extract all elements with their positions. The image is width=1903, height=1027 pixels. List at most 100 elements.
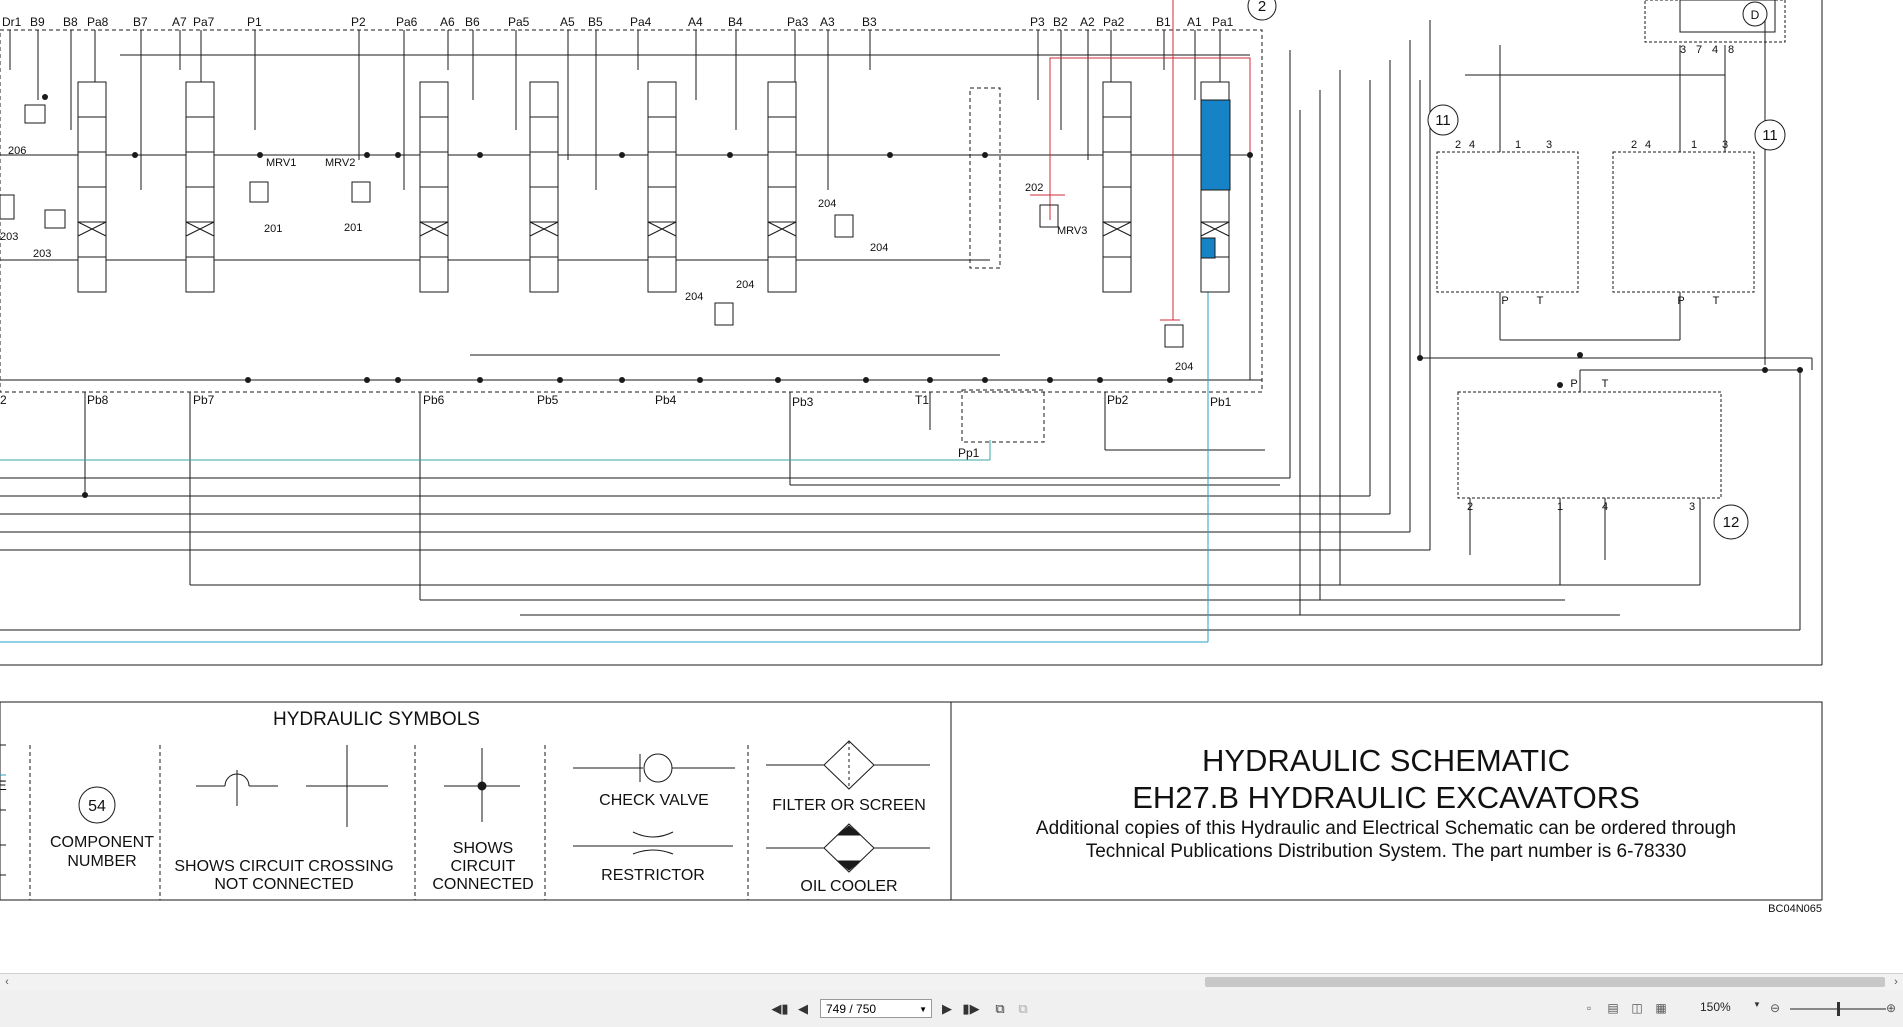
junction-dot: [927, 377, 933, 383]
junction-dot: [775, 377, 781, 383]
svg-text:COMPONENT: COMPONENT: [50, 834, 154, 851]
svg-text:NOT CONNECTED: NOT CONNECTED: [214, 876, 353, 893]
junction-dot: [1557, 382, 1563, 388]
junction-dot: [1167, 377, 1173, 383]
continuous-view-icon[interactable]: ▤: [1604, 999, 1622, 1017]
label-mrv3: MRV3: [1057, 225, 1087, 237]
label-204e: 204: [1175, 361, 1193, 373]
svg-text:SHOWS CIRCUIT CROSSING: SHOWS CIRCUIT CROSSING: [174, 858, 393, 875]
port-label-dr1: Dr1: [2, 15, 22, 29]
facing-view-icon[interactable]: ◫: [1628, 999, 1646, 1017]
junction-dot: [395, 152, 401, 158]
port-label-pb1: Pb1: [1210, 395, 1232, 409]
port-label-pa8: Pa8: [87, 15, 109, 29]
svg-text:P: P: [1677, 295, 1684, 307]
port-label-p3: P3: [1030, 15, 1045, 29]
next-page-icon[interactable]: ▶: [937, 999, 957, 1019]
svg-text:D: D: [1751, 8, 1760, 22]
junction-dot: [557, 377, 563, 383]
svg-text:8: 8: [1728, 44, 1734, 56]
label-202: 202: [1025, 182, 1043, 194]
label-204b: 204: [870, 242, 888, 254]
svg-text:54: 54: [88, 798, 106, 815]
zoom-in-icon[interactable]: ⊕: [1882, 999, 1900, 1017]
port-label-b2: B2: [1053, 15, 1068, 29]
label-204d: 204: [736, 279, 754, 291]
label-201a: 201: [264, 223, 282, 235]
svg-text:T: T: [1602, 378, 1609, 390]
port-label-a6: A6: [440, 15, 455, 29]
port-label-a3: A3: [820, 15, 835, 29]
label-mrv1: MRV1: [266, 157, 296, 169]
svg-text:12: 12: [1723, 514, 1740, 531]
single-page-view-icon[interactable]: ▫: [1580, 999, 1598, 1017]
port-label-a5: A5: [560, 15, 575, 29]
port-label-pa4: Pa4: [630, 15, 652, 29]
port-label-b3: B3: [862, 15, 877, 29]
junction-dot: [982, 152, 988, 158]
svg-text:11: 11: [1435, 112, 1451, 129]
port-label-pa3: Pa3: [787, 15, 809, 29]
svg-text:4: 4: [1602, 501, 1608, 513]
scroll-right-icon[interactable]: ›: [1889, 974, 1903, 990]
zoom-level[interactable]: 150%: [1700, 1000, 1731, 1014]
continuous-facing-view-icon[interactable]: ▦: [1652, 999, 1670, 1017]
port-label-b8: B8: [63, 15, 78, 29]
svg-text:2: 2: [1258, 0, 1266, 15]
port-label-a1: A1: [1187, 15, 1202, 29]
svg-text:E: E: [0, 777, 7, 793]
port-label-b4: B4: [728, 15, 743, 29]
svg-text:CONNECTED: CONNECTED: [432, 876, 533, 893]
port-label-b7: B7: [133, 15, 148, 29]
paste-icon[interactable]: ⧉: [1013, 999, 1033, 1019]
port-label-t2: 2: [0, 393, 7, 407]
port-label-p2: P2: [351, 15, 366, 29]
port-label-t1: T1: [915, 393, 929, 407]
zoom-out-icon[interactable]: ⊖: [1766, 999, 1784, 1017]
svg-text:RESTRICTOR: RESTRICTOR: [601, 867, 705, 884]
junction-dot: [477, 152, 483, 158]
label-203a: 203: [0, 231, 18, 243]
zoom-dropdown-icon[interactable]: ▼: [1753, 1000, 1761, 1009]
label-204c: 204: [685, 291, 703, 303]
port-label-pb7: Pb7: [193, 393, 215, 407]
svg-text:NUMBER: NUMBER: [67, 853, 136, 870]
svg-text:P: P: [1501, 295, 1508, 307]
first-page-icon[interactable]: ◀▮: [770, 999, 790, 1019]
junction-dot: [1247, 152, 1253, 158]
junction-dot: [727, 152, 733, 158]
horizontal-scrollbar[interactable]: ‹ ›: [0, 973, 1903, 990]
svg-text:FILTER OR SCREEN: FILTER OR SCREEN: [772, 797, 926, 814]
junction-dot: [364, 377, 370, 383]
svg-text:1: 1: [1515, 139, 1521, 151]
page-number-field[interactable]: 749 / 750 ▼: [820, 999, 932, 1018]
port-label-pa1: Pa1: [1212, 15, 1234, 29]
viewer-toolbar: ◀▮ ◀ 749 / 750 ▼ ▶ ▮▶ ⧉ ⧉ ▫ ▤ ◫ ▦ 150% ▼…: [0, 990, 1903, 1027]
copy-icon[interactable]: ⧉: [990, 999, 1010, 1019]
port-label-a7: A7: [172, 15, 187, 29]
svg-text:SHOWS: SHOWS: [453, 840, 513, 857]
previous-page-icon[interactable]: ◀: [793, 999, 813, 1019]
port-label-pb3: Pb3: [792, 395, 814, 409]
junction-dot: [982, 377, 988, 383]
junction-dot: [619, 152, 625, 158]
scroll-left-icon[interactable]: ‹: [0, 974, 14, 990]
svg-text:2: 2: [1631, 139, 1637, 151]
label-201b: 201: [344, 222, 362, 234]
document-viewport[interactable]: Dr1 B9 B8 Pa8 B7 A7 Pa7 P1 P2 Pa6 A6 B6 Pa5 A5 B5 Pa4 A4…: [0, 0, 1903, 973]
port-label-pb2: Pb2: [1107, 393, 1129, 407]
port-label-pb8: Pb8: [87, 393, 109, 407]
svg-text:T: T: [1537, 295, 1544, 307]
doc-title-line1: HYDRAULIC SCHEMATIC: [1202, 743, 1570, 778]
port-label-b9: B9: [30, 15, 45, 29]
scrollbar-thumb[interactable]: [1205, 977, 1885, 987]
page-dropdown-icon[interactable]: ▼: [919, 1000, 927, 1019]
last-page-icon[interactable]: ▮▶: [961, 999, 981, 1019]
zoom-slider-thumb[interactable]: [1837, 1002, 1840, 1016]
svg-text:3: 3: [1680, 44, 1686, 56]
doc-title-line2: EH27.B HYDRAULIC EXCAVATORS: [1132, 780, 1640, 815]
port-label-a4: A4: [688, 15, 703, 29]
label-206: 206: [8, 145, 26, 157]
port-label-pa6: Pa6: [396, 15, 418, 29]
junction-dot: [42, 94, 48, 100]
